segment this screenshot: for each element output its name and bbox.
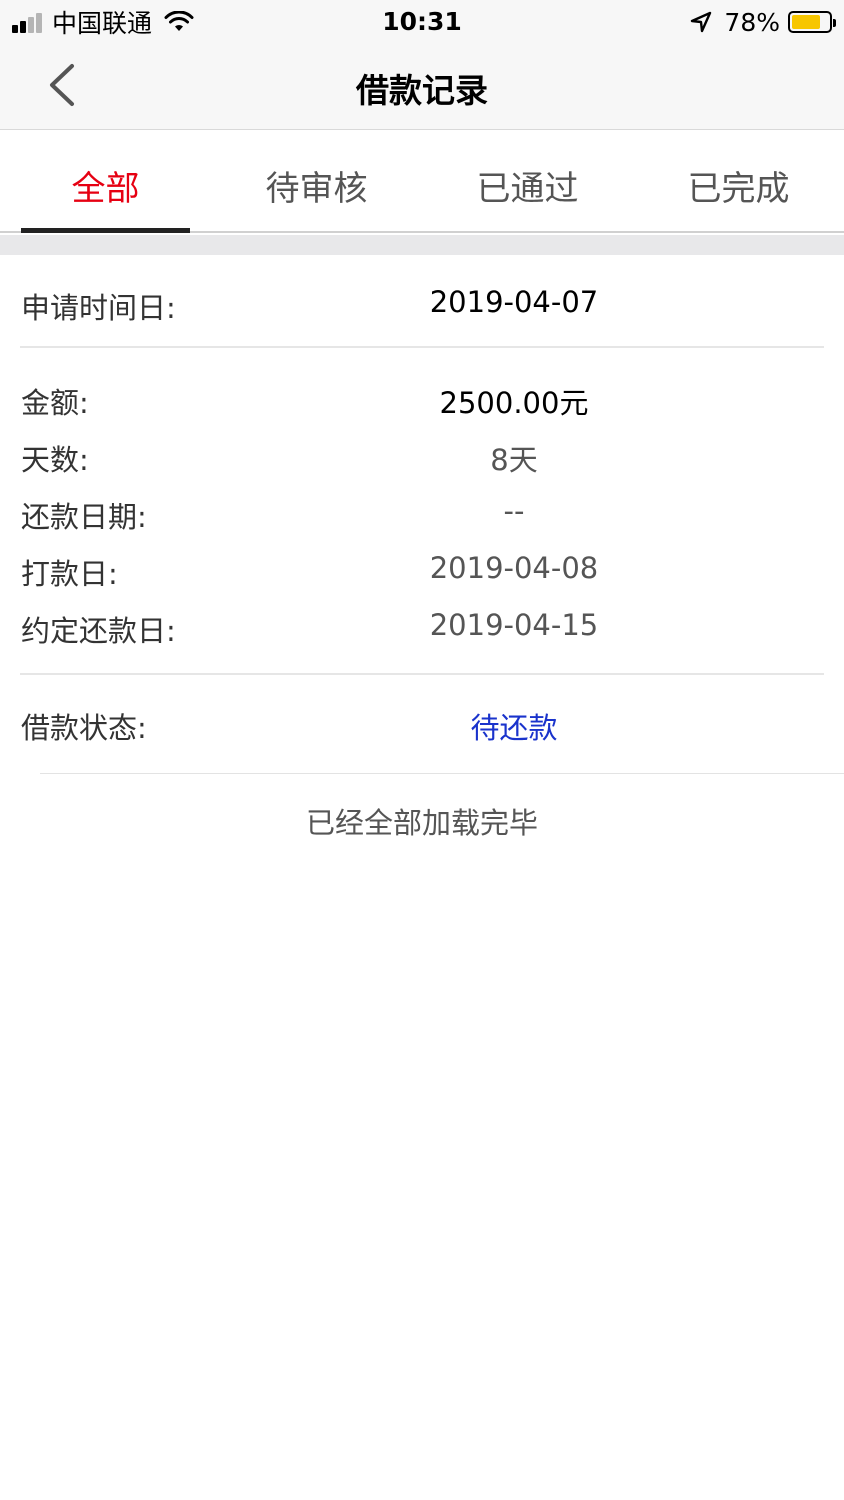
tab-pending-review[interactable]: 待审核: [211, 131, 422, 231]
pay-date-value: 2019-04-08: [429, 551, 599, 585]
amount-value: 2500.00元: [439, 386, 589, 420]
repay-date-row: 还款日期: --: [20, 484, 824, 541]
section-separator: [0, 235, 844, 255]
days-row: 天数: 8天: [20, 427, 824, 484]
agreed-repay-value: 2019-04-15: [429, 608, 599, 642]
loan-status-value: 待还款: [470, 711, 558, 745]
tab-bar: 全部 待审核 已通过 已完成: [0, 131, 844, 233]
agreed-repay-row: 约定还款日: 2019-04-15: [20, 598, 824, 655]
agreed-repay-label: 约定还款日:: [21, 614, 176, 648]
repay-date-label: 还款日期:: [21, 500, 147, 534]
load-complete-text: 已经全部加载完毕: [305, 806, 538, 840]
location-arrow-icon: [691, 11, 712, 33]
nav-bar: 借款记录: [0, 44, 844, 130]
amount-label: 金额:: [21, 386, 89, 420]
apply-date-row: 申请时间日: 2019-04-07: [20, 275, 824, 332]
amount-row: 金额: 2500.00元: [20, 370, 824, 427]
tab-approved[interactable]: 已通过: [422, 131, 633, 231]
tab-completed[interactable]: 已完成: [633, 131, 844, 231]
loan-record[interactable]: 申请时间日: 2019-04-07 金额: 2500.00元 天数: 8天 还款…: [0, 255, 844, 773]
battery-fill: [792, 15, 821, 29]
detail-section: 金额: 2500.00元 天数: 8天 还款日期: -- 打款日: 2019-0…: [20, 348, 824, 675]
page-title: 借款记录: [356, 71, 488, 110]
footer-divider: [40, 773, 844, 774]
loan-status-row: 借款状态: 待还款: [20, 695, 844, 752]
apply-date-label: 申请时间日:: [21, 291, 176, 325]
status-bar: 中国联通 10:31 78%: [0, 0, 844, 44]
loan-status-label: 借款状态:: [21, 711, 147, 745]
apply-date-value: 2019-04-07: [429, 285, 599, 319]
status-section: 借款状态: 待还款: [20, 675, 844, 773]
apply-section: 申请时间日: 2019-04-07: [20, 255, 824, 348]
tab-all[interactable]: 全部: [0, 131, 211, 233]
status-right: 78%: [690, 7, 836, 37]
pay-date-label: 打款日:: [21, 557, 118, 591]
battery-icon: [788, 11, 836, 33]
repay-date-value: --: [503, 494, 525, 528]
days-value: 8天: [490, 443, 538, 477]
pay-date-row: 打款日: 2019-04-08: [20, 541, 824, 598]
battery-percent: 78%: [724, 7, 780, 37]
days-label: 天数:: [21, 443, 89, 477]
